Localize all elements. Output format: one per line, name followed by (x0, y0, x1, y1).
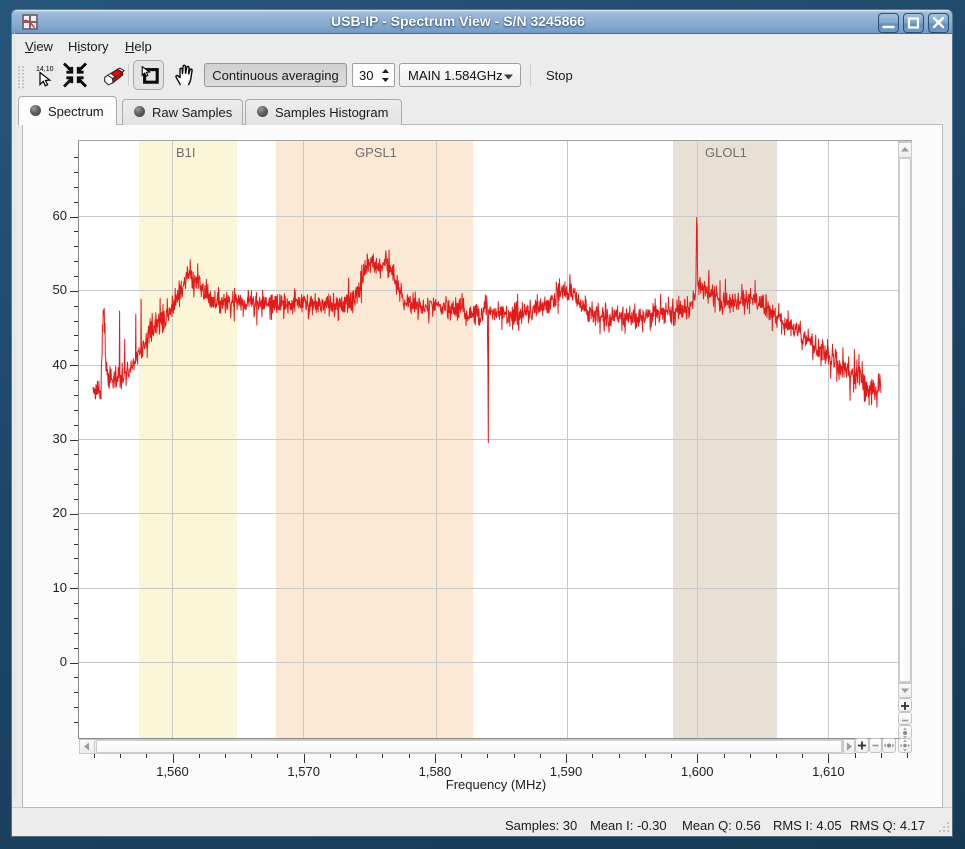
svg-text:14,10: 14,10 (36, 66, 54, 73)
